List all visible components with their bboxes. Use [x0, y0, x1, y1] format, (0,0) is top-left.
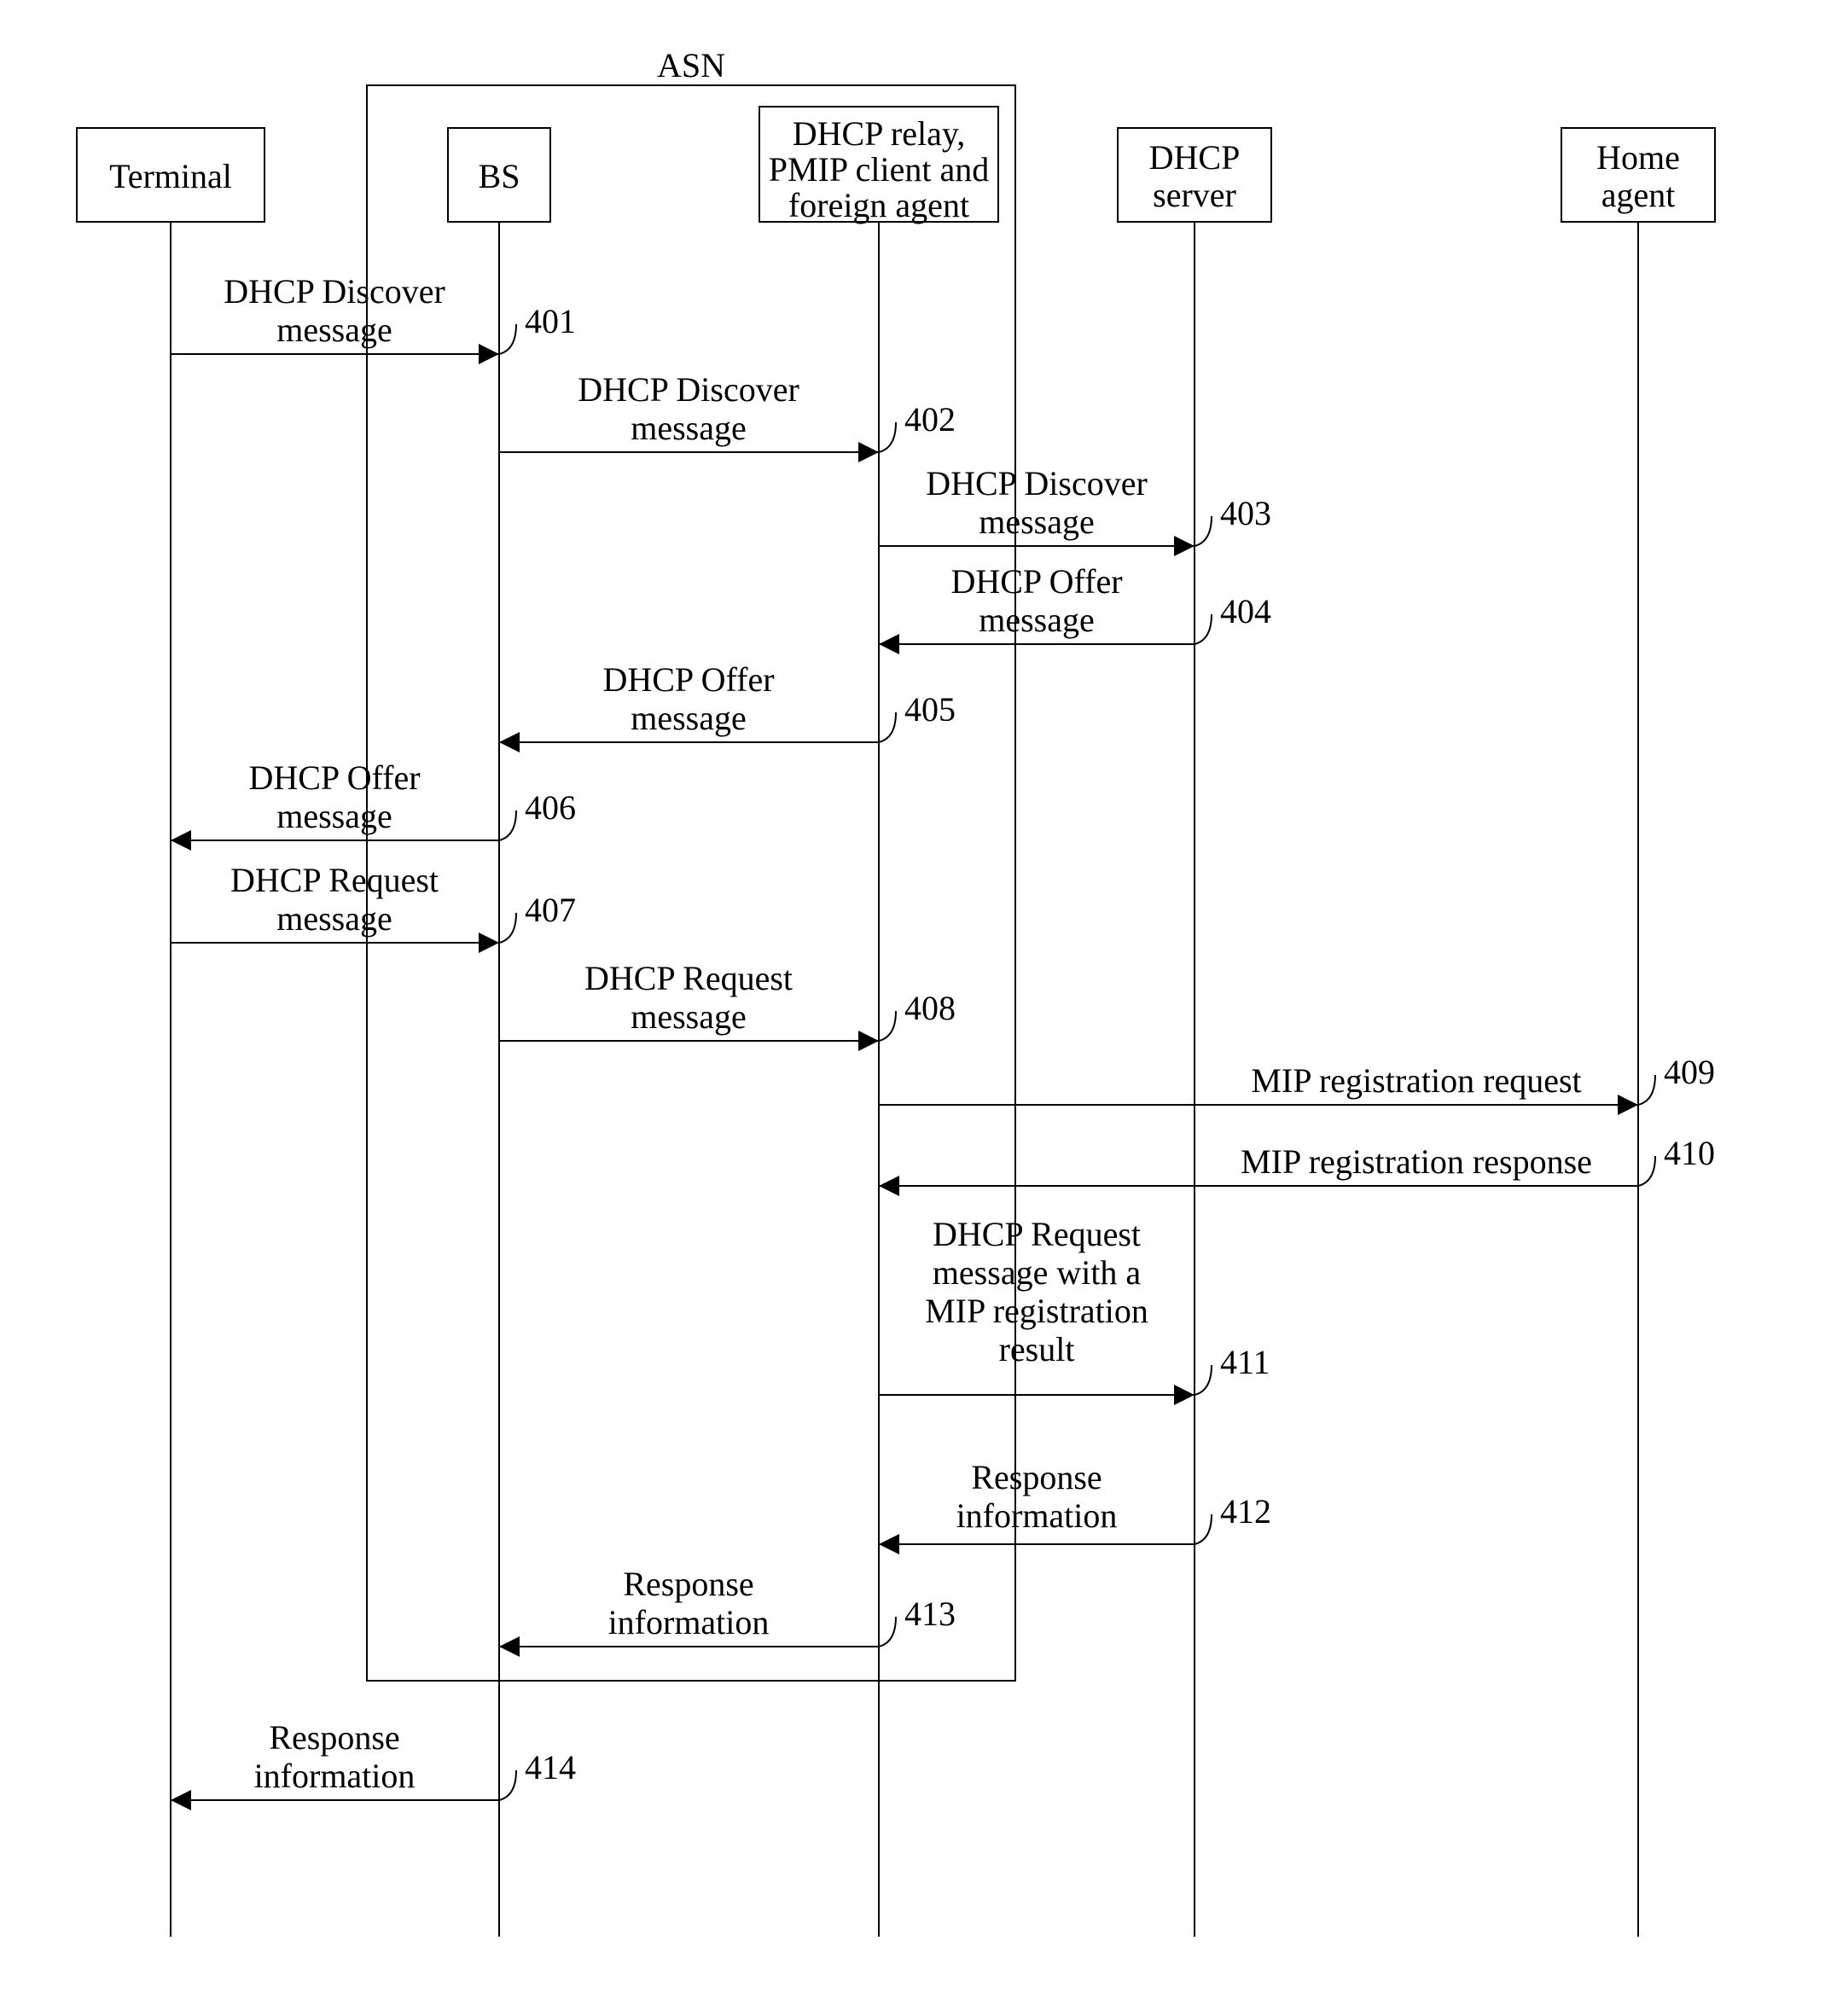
num-406: 406 [525, 788, 576, 827]
msg-411-l2: message with a [933, 1253, 1142, 1292]
msg-405-l2: message [631, 699, 747, 737]
msg-406-l2: message [276, 797, 392, 835]
tick-404 [1195, 614, 1212, 644]
msg-408-l2: message [631, 997, 747, 1036]
participant-ha-l2: agent [1601, 176, 1676, 214]
tick-402 [879, 422, 896, 452]
msg-411-l1: DHCP Request [933, 1215, 1141, 1253]
participant-dhcp-l1: DHCP [1149, 138, 1241, 177]
msg-407-l2: message [276, 899, 392, 938]
msg-403-l2: message [979, 503, 1095, 541]
participant-relay-l1: DHCP relay, [793, 114, 966, 153]
msg-411-l3: MIP registration [925, 1292, 1148, 1330]
tick-412 [1195, 1514, 1212, 1544]
msg-411-l4: result [999, 1330, 1075, 1368]
num-411: 411 [1220, 1343, 1270, 1381]
tick-414 [499, 1770, 516, 1800]
msg-406-l1: DHCP Offer [248, 758, 420, 797]
msg-412-l1: Response [971, 1458, 1102, 1496]
asn-container [367, 85, 1015, 1681]
participant-dhcp-l2: server [1153, 176, 1236, 214]
num-412: 412 [1220, 1492, 1271, 1531]
num-401: 401 [525, 302, 576, 340]
msg-414-l2: information [254, 1757, 416, 1795]
participant-relay-l2: PMIP client and [769, 150, 990, 189]
msg-413-l1: Response [623, 1565, 753, 1603]
participant-relay-l3: foreign agent [788, 186, 969, 224]
msg-409: MIP registration request [1251, 1061, 1581, 1100]
msg-413-l2: information [608, 1603, 770, 1641]
num-413: 413 [904, 1595, 956, 1633]
msg-404-l2: message [979, 601, 1095, 639]
tick-411 [1195, 1365, 1212, 1395]
asn-label: ASN [657, 46, 725, 84]
msg-402-l1: DHCP Discover [578, 370, 799, 409]
msg-404-l1: DHCP Offer [950, 562, 1122, 601]
tick-407 [499, 913, 516, 943]
tick-409 [1638, 1075, 1655, 1105]
msg-402-l2: message [631, 409, 747, 447]
msg-412-l2: information [956, 1496, 1118, 1535]
tick-413 [879, 1617, 896, 1647]
num-402: 402 [904, 400, 956, 439]
msg-408-l1: DHCP Request [584, 959, 793, 997]
participant-bs-label: BS [479, 157, 520, 195]
num-410: 410 [1664, 1134, 1715, 1172]
msg-401-l1: DHCP Discover [224, 272, 445, 311]
msg-401-l2: message [276, 311, 392, 349]
participant-terminal-label: Terminal [109, 157, 232, 195]
msg-410: MIP registration response [1241, 1142, 1592, 1181]
num-407: 407 [525, 891, 576, 929]
tick-406 [499, 810, 516, 840]
tick-403 [1195, 516, 1212, 546]
tick-401 [499, 324, 516, 354]
msg-405-l1: DHCP Offer [602, 660, 774, 699]
num-405: 405 [904, 690, 956, 729]
tick-408 [879, 1011, 896, 1041]
num-414: 414 [525, 1748, 576, 1787]
msg-407-l1: DHCP Request [230, 861, 439, 899]
tick-410 [1638, 1156, 1655, 1186]
tick-405 [879, 712, 896, 742]
num-408: 408 [904, 989, 956, 1027]
msg-403-l1: DHCP Discover [926, 464, 1148, 503]
num-409: 409 [1664, 1053, 1715, 1091]
num-404: 404 [1220, 592, 1271, 630]
msg-414-l1: Response [269, 1718, 399, 1757]
participant-ha-l1: Home [1596, 138, 1680, 177]
num-403: 403 [1220, 494, 1271, 532]
